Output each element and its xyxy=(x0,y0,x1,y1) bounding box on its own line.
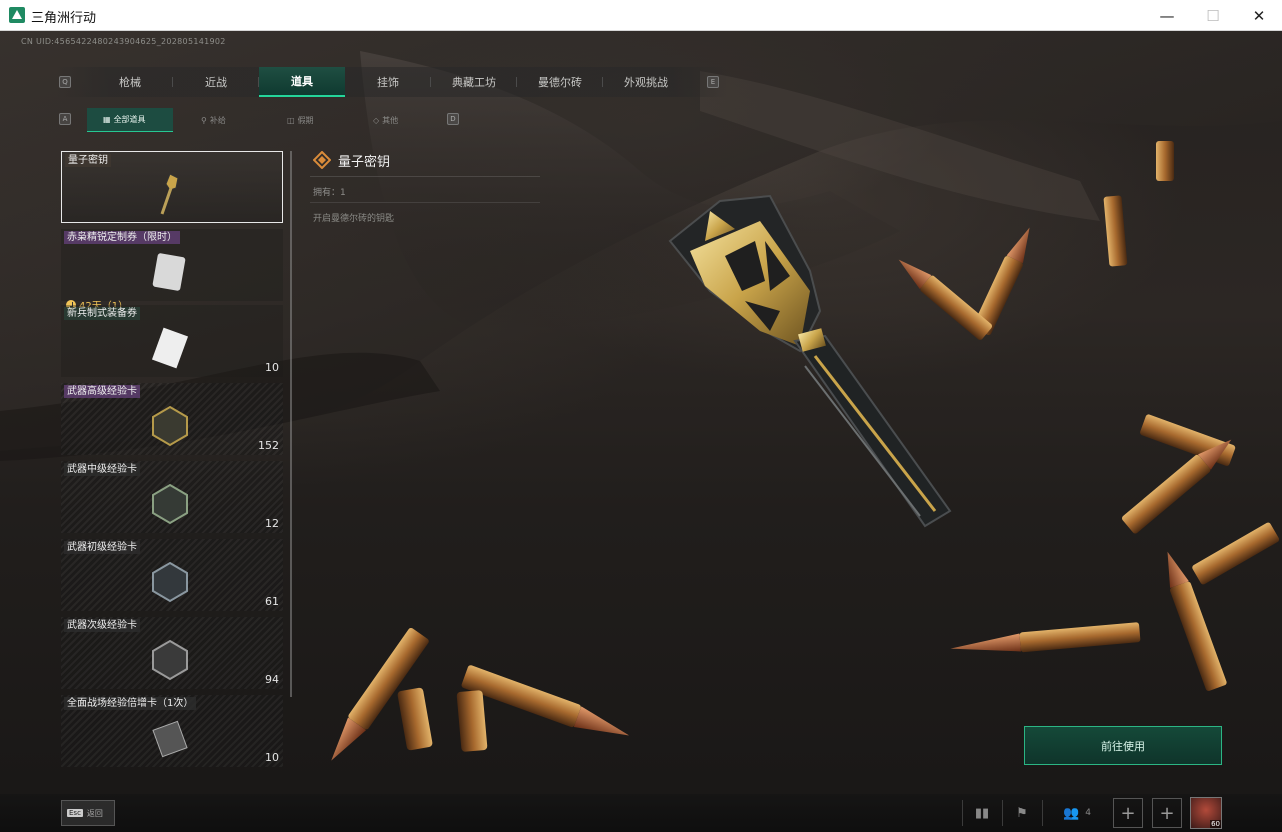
item-count: 94 xyxy=(265,673,279,686)
subcategory-tabs: A ▦ 全部道具 ⚲ 补给 ◫ 假期 ◇ 其他 D xyxy=(57,108,477,132)
list-item[interactable]: 全面战场经验倍增卡（1次） 10 xyxy=(61,695,283,767)
exp-card-green-icon xyxy=(152,483,188,525)
item-name: 全面战场经验倍增卡（1次） xyxy=(64,697,197,710)
game-viewport: CN UID:4565422480243904625_202805141902 … xyxy=(0,31,1282,832)
friends-button[interactable]: 👥 4 xyxy=(1052,798,1102,828)
item-count: 10 xyxy=(265,361,279,374)
quantum-key-icon xyxy=(160,173,179,215)
tab-label: 枪械 xyxy=(119,76,141,89)
bottom-bar: Esc 返回 ▮▮ ⚑ 👥 4 + + 60 xyxy=(0,794,1282,832)
item-name: 量子密钥 xyxy=(65,154,111,167)
tab-melee[interactable]: 近战 xyxy=(173,67,259,97)
item-count: 152 xyxy=(258,439,279,452)
exp-card-blue-icon xyxy=(152,561,188,603)
tab-firearms[interactable]: 枪械 xyxy=(87,67,173,97)
item-name: 武器初级经验卡 xyxy=(64,541,140,554)
supply-icon: ⚲ xyxy=(201,115,207,125)
tab-mandel-brick[interactable]: 曼德尔砖 xyxy=(517,67,603,97)
exp-card-gold-icon xyxy=(152,405,188,447)
avatar[interactable]: 60 xyxy=(1190,797,1222,829)
owned-count: 拥有：1 xyxy=(313,188,346,198)
item-name: 武器高级经验卡 xyxy=(64,385,140,398)
gift-icon: ◫ xyxy=(287,115,295,125)
paper-voucher-icon xyxy=(151,327,189,369)
grid-icon: ▦ xyxy=(103,115,111,124)
list-item[interactable]: 武器中级经验卡 12 xyxy=(61,461,283,533)
item-name: 赤枭精锐定制券（限时） xyxy=(64,231,180,244)
item-list: 量子密钥 赤枭精锐定制券（限时） 42天（1） 新兵制式装备券 10 武器高级经… xyxy=(61,151,284,767)
esc-key-hint: Esc xyxy=(67,809,83,817)
list-item[interactable]: 武器高级经验卡 152 xyxy=(61,383,283,455)
rarity-diamond-icon xyxy=(313,151,331,169)
tab-label: 曼德尔砖 xyxy=(538,76,582,89)
divider xyxy=(1042,800,1043,826)
item-name: 武器中级经验卡 xyxy=(64,463,140,476)
category-tabs: Q 枪械 近战 道具 挂饰 典藏工坊 曼德尔砖 外观挑战 E xyxy=(57,67,727,97)
list-item[interactable]: 量子密钥 xyxy=(61,151,283,223)
tab-label: 挂饰 xyxy=(377,76,399,89)
list-item[interactable]: 武器次级经验卡 94 xyxy=(61,617,283,689)
tab-label: 典藏工坊 xyxy=(452,76,496,89)
flag-icon[interactable]: ⚑ xyxy=(1007,798,1037,828)
divider xyxy=(1002,800,1003,826)
friends-icon: 👥 xyxy=(1063,805,1080,821)
subtab-label: 假期 xyxy=(297,115,314,125)
add-teammate-button[interactable]: + xyxy=(1152,798,1182,828)
subtab-label: 全部道具 xyxy=(113,115,146,124)
item-count: 10 xyxy=(265,751,279,764)
subtab-supply[interactable]: ⚲ 补给 xyxy=(201,108,226,132)
next-tab-key-hint[interactable]: E xyxy=(707,76,719,88)
item-count: 61 xyxy=(265,595,279,608)
tab-label: 道具 xyxy=(291,75,313,88)
minimize-button[interactable]: — xyxy=(1144,0,1190,31)
diamond-icon: ◇ xyxy=(373,115,380,125)
item-list-scrollbar[interactable] xyxy=(290,151,292,697)
close-button[interactable]: ✕ xyxy=(1236,0,1282,31)
add-teammate-button[interactable]: + xyxy=(1113,798,1143,828)
maximize-button[interactable]: ☐ xyxy=(1190,0,1236,31)
next-subtab-key-hint[interactable]: D xyxy=(447,113,459,125)
quantum-key-model xyxy=(668,194,952,528)
back-label: 返回 xyxy=(86,808,103,818)
window-title: 三角洲行动 xyxy=(31,11,97,26)
avatar-level: 60 xyxy=(1210,820,1221,828)
detail-divider xyxy=(310,176,540,177)
back-button[interactable]: Esc 返回 xyxy=(61,800,115,826)
player-uid: CN UID:4565422480243904625_202805141902 xyxy=(21,37,226,46)
detail-title: 量子密钥 xyxy=(338,155,391,170)
friends-count: 4 xyxy=(1085,808,1091,818)
exp-card-gray-icon xyxy=(152,639,188,681)
tab-label: 外观挑战 xyxy=(624,76,668,89)
item-name: 新兵制式装备券 xyxy=(64,307,140,320)
exp-boost-card-icon xyxy=(152,720,188,758)
divider xyxy=(962,800,963,826)
list-item[interactable]: 新兵制式装备券 10 xyxy=(61,305,283,377)
tab-collection-workshop[interactable]: 典藏工坊 xyxy=(431,67,517,97)
window-titlebar: 三角洲行动 — ☐ ✕ xyxy=(0,0,1282,31)
go-use-button[interactable]: 前往使用 xyxy=(1024,726,1222,765)
prev-tab-key-hint[interactable]: Q xyxy=(59,76,71,88)
tab-charms[interactable]: 挂饰 xyxy=(345,67,431,97)
tab-label: 近战 xyxy=(205,76,227,89)
subtab-all-props[interactable]: ▦ 全部道具 xyxy=(87,108,173,132)
item-name: 武器次级经验卡 xyxy=(64,619,140,632)
detail-description: 开启曼德尔砖的钥匙 xyxy=(313,214,395,224)
tab-props[interactable]: 道具 xyxy=(259,67,345,97)
stats-icon[interactable]: ▮▮ xyxy=(967,798,997,828)
tab-appearance-challenge[interactable]: 外观挑战 xyxy=(603,67,689,97)
list-item[interactable]: 赤枭精锐定制券（限时） 42天（1） xyxy=(61,229,283,312)
subtab-other[interactable]: ◇ 其他 xyxy=(373,108,398,132)
voucher-icon xyxy=(152,253,186,291)
item-count: 12 xyxy=(265,517,279,530)
app-logo-icon xyxy=(9,7,25,23)
subtab-label: 其他 xyxy=(382,115,399,125)
detail-divider xyxy=(310,202,540,203)
subtab-holiday[interactable]: ◫ 假期 xyxy=(287,108,314,132)
subtab-label: 补给 xyxy=(209,115,226,125)
prev-subtab-key-hint[interactable]: A xyxy=(59,113,71,125)
list-item[interactable]: 武器初级经验卡 61 xyxy=(61,539,283,611)
